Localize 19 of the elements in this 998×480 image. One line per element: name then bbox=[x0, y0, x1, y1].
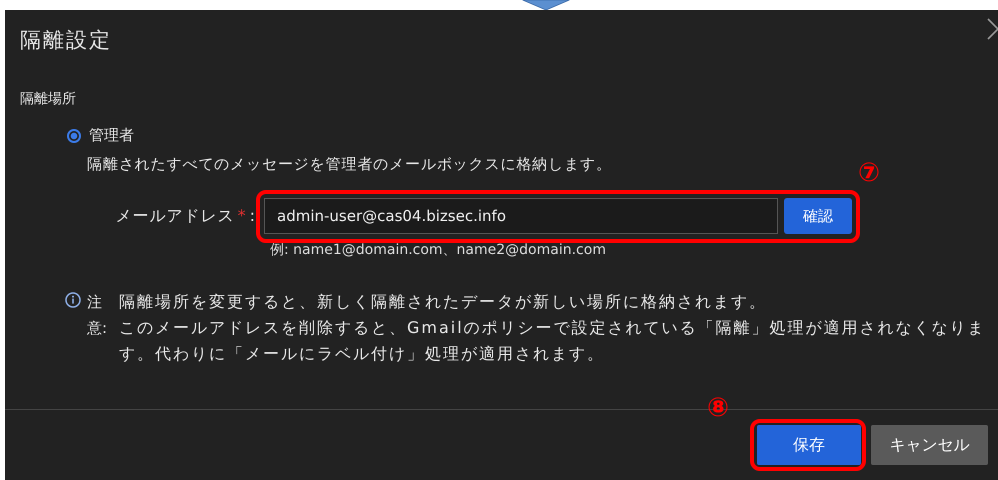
cancel-button[interactable]: キャンセル bbox=[871, 425, 988, 465]
label-colon: : bbox=[250, 206, 256, 226]
email-input[interactable]: admin-user@cas04.bizsec.info bbox=[264, 198, 778, 234]
field-hint: 例: name1@domain.com、name2@domain.com bbox=[270, 241, 606, 259]
option-label: 管理者 bbox=[89, 126, 134, 145]
required-mark: * bbox=[238, 206, 247, 226]
note-text: 隔離場所を変更すると、新しく隔離されたデータが新しい場所に格納されます。 bbox=[119, 291, 768, 313]
save-button[interactable]: 保存 bbox=[757, 425, 861, 465]
radio-button[interactable] bbox=[67, 128, 81, 142]
section-heading: 隔離場所 bbox=[20, 90, 76, 108]
field-label: メールアドレス bbox=[116, 206, 235, 226]
info-icon bbox=[65, 292, 81, 308]
option-description: 隔離されたすべてのメッセージを管理者のメールボックスに格納します。 bbox=[87, 155, 612, 174]
dialog-title: 隔離設定 bbox=[20, 27, 112, 54]
step-number: ⑦ bbox=[858, 160, 880, 186]
note-label: 注意: bbox=[87, 292, 108, 339]
note-text: このメールアドレスを削除すると、Gmailのポリシーで設定されている「隔離」処理が適用されなくなります。代わりに「メールにラベル付け」処理が適用されます。 bbox=[119, 317, 987, 365]
confirm-button[interactable]: 確認 bbox=[784, 198, 852, 234]
step-number: ⑧ bbox=[707, 395, 730, 421]
